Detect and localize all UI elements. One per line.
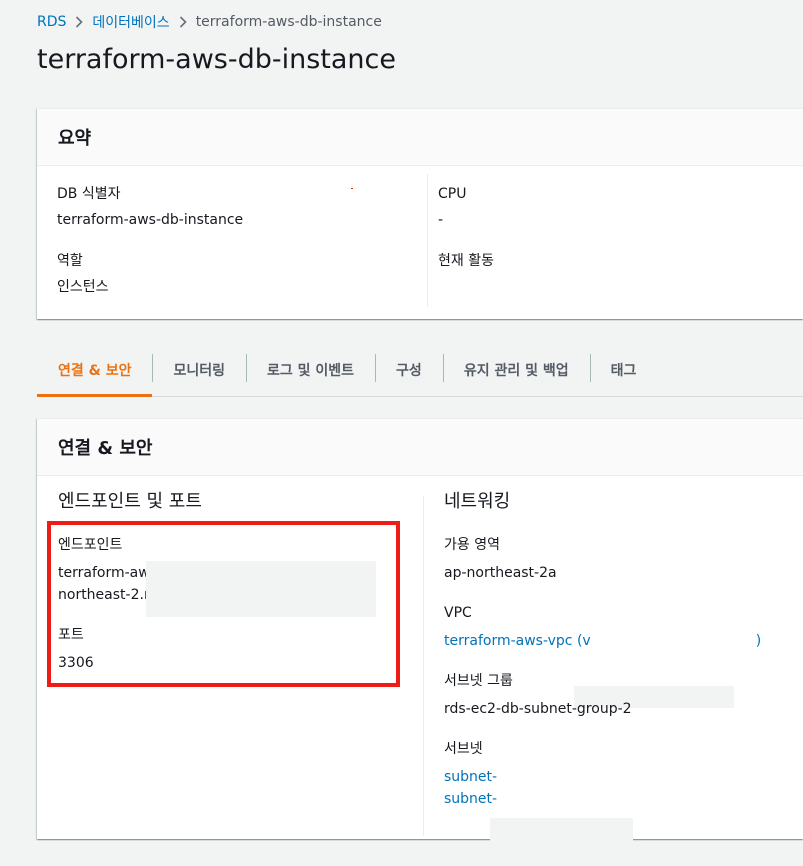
summary-body: DB 식별자 terraform-aws-db-instance 역할 인스턴스… <box>37 166 803 319</box>
connectivity-heading: 연결 & 보안 <box>58 438 153 459</box>
vpc-value: terraform-aws-vpc (v) <box>444 632 761 650</box>
subnet-group-label: 서브넷 그룹 <box>444 673 513 689</box>
current-activity: 현재 활동 <box>438 252 494 270</box>
availability-zone: 가용 영역 ap-northeast-2a <box>444 536 557 582</box>
summary-heading: 요약 <box>58 128 92 149</box>
tab-monitoring[interactable]: 모니터링 <box>152 344 246 396</box>
availability-zone-label: 가용 영역 <box>444 537 500 553</box>
redacted-subnets <box>490 818 633 866</box>
tab-maintenance-backups[interactable]: 유지 관리 및 백업 <box>442 344 590 396</box>
cpu-label: CPU <box>438 186 467 202</box>
port-value: 3306 <box>58 655 94 671</box>
connectivity-header: 연결 & 보안 <box>37 419 803 476</box>
subnet-group-value: rds-ec2-db-subnet-group-2 <box>444 701 632 717</box>
breadcrumb-databases-link[interactable]: 데이터베이스 <box>92 12 169 32</box>
detail-tabs: 연결 & 보안 모니터링 로그 및 이벤트 구성 유지 관리 및 백업 태그 <box>37 344 803 397</box>
endpoint: 엔드포인트 terraform-aws northeast-2.rc <box>58 536 157 604</box>
role-value: 인스턴스 <box>57 279 109 295</box>
availability-zone-value: ap-northeast-2a <box>444 565 557 581</box>
role: 역할 인스턴스 <box>57 252 109 296</box>
role-label: 역할 <box>57 253 83 269</box>
subnets: 서브넷 subnet- subnet- <box>444 740 497 808</box>
summary-column-divider <box>427 174 428 307</box>
port: 포트 3306 <box>58 626 94 672</box>
endpoint-label: 엔드포인트 <box>58 537 123 553</box>
cpu-value: - <box>438 212 444 228</box>
vpc: VPC terraform-aws-vpc (v) <box>444 604 761 650</box>
vpc-link[interactable]: terraform-aws-vpc (v <box>444 633 591 649</box>
current-activity-label: 현재 활동 <box>438 253 494 269</box>
connectivity-column-divider <box>423 496 424 836</box>
summary-header: 요약 <box>37 109 803 166</box>
subnet-link-1[interactable]: subnet- <box>444 769 497 785</box>
tab-logs-events[interactable]: 로그 및 이벤트 <box>246 344 375 396</box>
endpoint-value-line1: terraform-aws <box>58 565 157 581</box>
vpc-link-suffix[interactable]: ) <box>756 633 761 649</box>
page-title: terraform-aws-db-instance <box>37 44 397 75</box>
endpoint-section-title: 엔드포인트 및 포트 <box>58 491 202 512</box>
connectivity-panel: 연결 & 보안 엔드포인트 및 포트 엔드포인트 terraform-aws n… <box>37 418 803 866</box>
redacted-endpoint <box>146 561 376 617</box>
port-label: 포트 <box>58 627 84 643</box>
subnet-row: subnet- <box>444 768 497 786</box>
connectivity-body: 엔드포인트 및 포트 엔드포인트 terraform-aws northeast… <box>37 476 803 866</box>
db-identifier-label: DB 식별자 <box>57 186 121 202</box>
chevron-right-icon <box>66 14 92 30</box>
stray-mark <box>351 188 353 189</box>
breadcrumb-current: terraform-aws-db-instance <box>195 14 382 30</box>
tab-connectivity-security[interactable]: 연결 & 보안 <box>37 344 153 397</box>
subnets-label: 서브넷 <box>444 741 483 757</box>
cpu: CPU - <box>438 185 466 229</box>
tab-tags[interactable]: 태그 <box>589 344 658 396</box>
breadcrumb-rds-link[interactable]: RDS <box>37 14 66 30</box>
subnet-link-2[interactable]: subnet- <box>444 791 497 807</box>
db-identifier-value: terraform-aws-db-instance <box>57 212 244 228</box>
subnet-row: subnet- <box>444 790 497 808</box>
breadcrumb: RDS 데이터베이스 terraform-aws-db-instance <box>37 12 382 32</box>
tab-configuration[interactable]: 구성 <box>375 344 443 396</box>
vpc-label: VPC <box>444 605 472 621</box>
summary-panel: 요약 DB 식별자 terraform-aws-db-instance 역할 인… <box>37 108 803 319</box>
db-identifier: DB 식별자 terraform-aws-db-instance <box>57 185 243 229</box>
network-section-title: 네트워킹 <box>444 491 511 512</box>
endpoint-value-line2: northeast-2.rc <box>58 587 158 603</box>
subnet-group: 서브넷 그룹 rds-ec2-db-subnet-group-2 <box>444 672 632 718</box>
chevron-right-icon <box>170 14 196 30</box>
